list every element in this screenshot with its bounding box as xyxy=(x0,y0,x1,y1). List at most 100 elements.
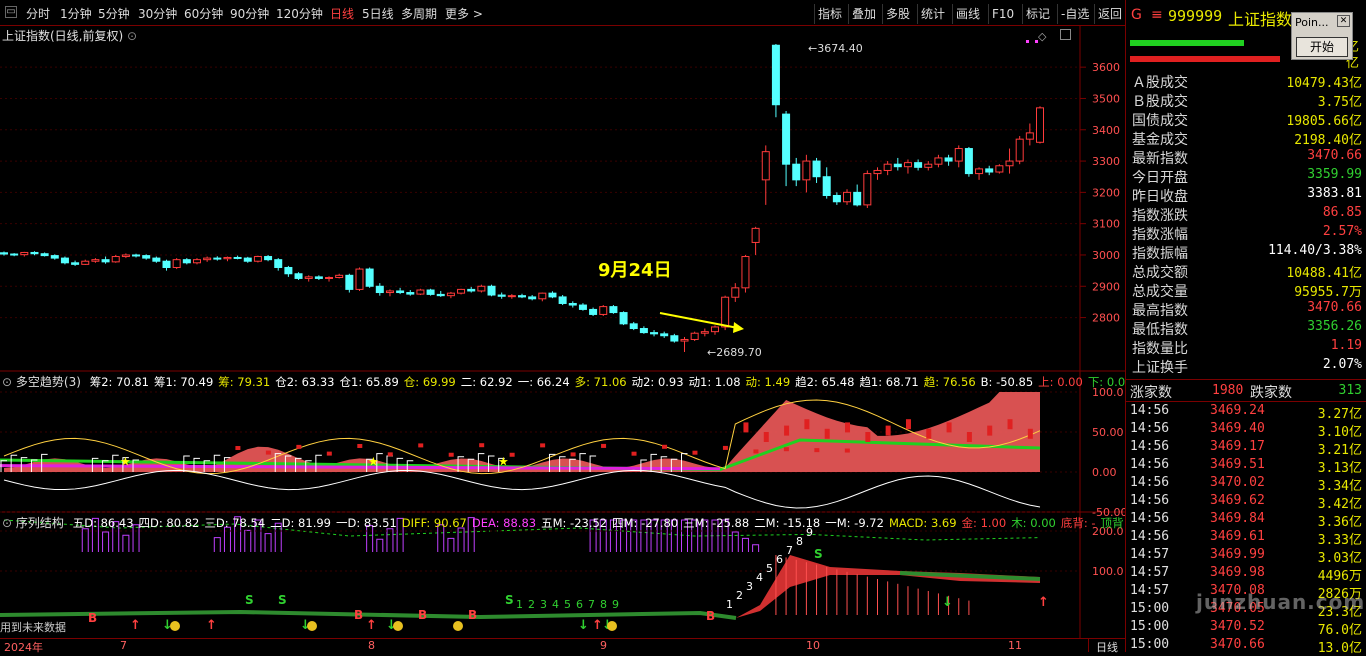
period-tab-5[interactable]: 90分钟 xyxy=(230,5,269,23)
tick-row: 14:56 3469.51 3.13亿 xyxy=(1130,457,1362,476)
future-data-note: 用到未来数据 xyxy=(0,621,66,634)
kline-chart[interactable]: 3600 3500 3400 3300 3200 3100 3000 2900 2800 100.… xyxy=(0,26,1127,640)
candle-body xyxy=(172,259,181,268)
panel3-value-11: 一M: -9.72 xyxy=(825,516,884,530)
menu-icon[interactable]: ▭ xyxy=(5,6,17,18)
candle-body xyxy=(1025,132,1034,140)
panel3-value-1: 四D: 80.82 xyxy=(138,516,200,530)
candle-body xyxy=(934,157,943,165)
period-tab-10[interactable]: 更多 > xyxy=(445,5,483,23)
panel3-header: ⊙ 序列结构 五D: 86.43 四D: 80.82 三D: 78.54 二D: 81… xyxy=(2,514,1124,531)
tick-time: 14:56 xyxy=(1130,529,1170,544)
period-tab-2[interactable]: 5分钟 xyxy=(98,5,130,23)
quote-label: Ａ股成交 xyxy=(1132,75,1188,91)
quote-label: 昨日收盘 xyxy=(1132,189,1188,205)
panel2-expand-icon[interactable]: ⊙ xyxy=(2,375,12,389)
tick-time: 14:57 xyxy=(1130,565,1170,580)
panel2-red-block xyxy=(1007,419,1013,430)
panel2-tick-label: 0.00 xyxy=(1092,466,1117,479)
candle-body xyxy=(284,266,293,275)
period-tab-0[interactable]: 分时 xyxy=(26,5,50,23)
period-tab-1[interactable]: 1分钟 xyxy=(60,5,92,23)
period-tab-7[interactable]: 日线 xyxy=(330,5,354,23)
panel2-purple-bar xyxy=(386,528,394,552)
down-count-label: 跌家数 xyxy=(1250,385,1292,401)
period-tab-3[interactable]: 30分钟 xyxy=(138,5,177,23)
panel3-seq-digit: 6 xyxy=(576,598,583,611)
tool-button-6[interactable]: 标记 xyxy=(1022,4,1053,24)
candle-body xyxy=(71,262,80,265)
panel2-red-block xyxy=(804,419,810,430)
panel3-value-7: 五M: -23.52 xyxy=(541,516,608,530)
panel3-value-16: 顶背 xyxy=(1100,516,1124,530)
quote-row: 总成交额 10488.41亿 xyxy=(1132,262,1362,281)
tool-button-0[interactable]: 指标 xyxy=(814,4,845,24)
tool-button-2[interactable]: 多股 xyxy=(882,4,913,24)
panel3-signal-letter: B xyxy=(468,608,477,622)
tool-button-7[interactable]: -自选 xyxy=(1057,4,1092,24)
panel2-value-3: 仓2: 63.33 xyxy=(275,375,335,389)
panel3-tick-label: 100.0 xyxy=(1092,565,1124,578)
panel2-value-4: 仓1: 65.89 xyxy=(339,375,399,389)
panel3-expand-icon[interactable]: ⊙ xyxy=(2,516,12,530)
chart-area[interactable]: 3600 3500 3400 3300 3200 3100 3000 2900 2800 100.… xyxy=(0,26,1132,640)
start-button[interactable]: 开始 xyxy=(1296,37,1348,57)
diamond-icon[interactable]: ◇ xyxy=(1038,30,1046,43)
panel2-red-block xyxy=(865,432,871,442)
quote-panel: G ≡ 999999 上证指数 亿 亿 Ａ股成交10479.43亿Ｂ股成交3.7… xyxy=(1125,0,1366,656)
period-tab-4[interactable]: 60分钟 xyxy=(184,5,223,23)
period-toolbar: ▭ 分时 1分钟 5分钟 30分钟 60分钟 90分钟 120分钟 日线 5日线 多周期 更多 > … xyxy=(0,0,1125,26)
tick-price: 3469.62 xyxy=(1210,493,1265,508)
tick-row: 14:56 3469.17 3.21亿 xyxy=(1130,439,1362,458)
panel3-seq-digit: 1 xyxy=(516,598,523,611)
period-tab-9[interactable]: 多周期 xyxy=(401,5,437,23)
candle-body xyxy=(924,163,933,168)
tool-button-5[interactable]: F10 xyxy=(988,4,1017,24)
candle-body xyxy=(548,292,557,298)
panel3-value-6: DEA: 88.83 xyxy=(471,516,537,530)
candle-body xyxy=(487,285,496,296)
panel2-red-block xyxy=(763,432,769,442)
candle-body xyxy=(670,335,679,342)
tick-row: 14:56 3469.61 3.33亿 xyxy=(1130,529,1362,548)
maximize-icon[interactable] xyxy=(1060,29,1071,40)
candle-body xyxy=(396,290,405,294)
candle-body xyxy=(406,292,415,295)
tick-volume: 3.03亿 xyxy=(1317,551,1362,566)
candle-body xyxy=(132,254,141,257)
period-tab-8[interactable]: 5日线 xyxy=(362,5,394,23)
quote-row: Ａ股成交 10479.43亿 xyxy=(1132,72,1362,91)
panel2-star-icon: ★ xyxy=(498,455,509,469)
panel2-red-block xyxy=(824,428,830,439)
panel3-value-5: DIFF: 90.67 xyxy=(401,516,467,530)
stock-name: 上证指数 xyxy=(1228,10,1293,29)
period-tab-6[interactable]: 120分钟 xyxy=(276,5,323,23)
tool-button-4[interactable]: 画线 xyxy=(952,4,983,24)
candle-body xyxy=(457,288,466,294)
panel2-red-dash xyxy=(418,443,424,448)
close-icon[interactable]: ✕ xyxy=(1337,15,1350,27)
candle-body xyxy=(192,259,201,264)
candle-body xyxy=(741,256,750,289)
quote-label: 指数振幅 xyxy=(1132,246,1188,262)
panel2-star-icon: ★ xyxy=(120,455,131,469)
candle-body xyxy=(325,277,334,280)
panel3-face-icon xyxy=(607,621,617,631)
menu-icon-list[interactable]: ≡ xyxy=(1151,7,1163,23)
candle-body xyxy=(121,254,130,258)
timeline-period[interactable]: 日线 xyxy=(1088,639,1125,654)
candle-body xyxy=(243,257,252,262)
panel3-arrow-icon: ↑ xyxy=(1038,595,1049,610)
quote-value: 10488.41亿 xyxy=(1286,266,1362,281)
panel3-signal-letter: S xyxy=(505,593,514,607)
tick-price: 3470.02 xyxy=(1210,475,1265,490)
candle-body xyxy=(690,332,699,340)
tool-button-3[interactable]: 统计 xyxy=(917,4,948,24)
tool-button-8[interactable]: 返回 xyxy=(1094,4,1125,24)
panel2-red-dash xyxy=(265,450,271,455)
tick-row: 14:56 3470.02 3.34亿 xyxy=(1130,475,1362,494)
quote-label: 指数涨跌 xyxy=(1132,208,1188,224)
tick-row: 15:00 3470.52 76.0亿 xyxy=(1130,619,1362,638)
tool-button-1[interactable]: 叠加 xyxy=(848,4,879,24)
candle-body xyxy=(528,296,537,300)
